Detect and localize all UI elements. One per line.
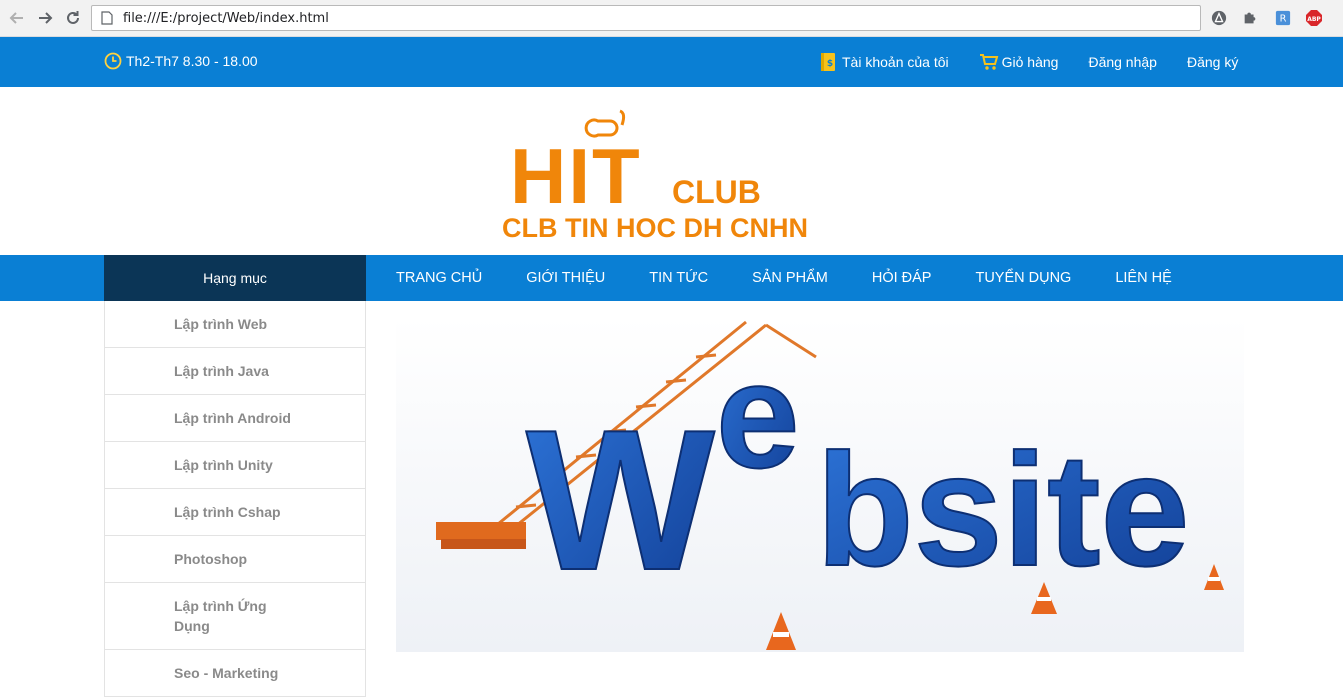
cart-icon	[979, 54, 998, 70]
opening-hours: Th2-Th7 8.30 - 18.00	[104, 52, 258, 70]
logo-tagline: CLB TIN HOC DH CNHN	[502, 213, 808, 240]
sidebar-item-label: Photoshop	[174, 551, 248, 567]
account-links: $ Tài khoản của tôi Giỏ hàng Đăng nhập Đ…	[819, 52, 1238, 72]
logo-club: CLUB	[672, 174, 761, 210]
puzzle-icon	[1244, 12, 1256, 24]
page-icon	[101, 11, 113, 25]
sidebar-item-label: Lập trình Unity	[174, 457, 273, 473]
sidebar-item-label: Lập trình Java	[174, 363, 269, 379]
top-bar: Th2-Th7 8.30 - 18.00 $ Tài khoản của tôi…	[0, 37, 1343, 87]
cart-label: Giỏ hàng	[1001, 54, 1059, 70]
reload-button[interactable]	[62, 7, 84, 29]
url-text: file:///E:/project/Web/index.html	[123, 10, 329, 26]
sidebar-item-label: Seo - Marketing	[174, 665, 279, 681]
extension-button-1[interactable]	[1210, 9, 1228, 27]
sidebar-item-unity[interactable]: Lập trình Unity	[105, 442, 365, 489]
register-label: Đăng ký	[1186, 54, 1239, 70]
r-square-icon: R	[1275, 10, 1291, 26]
triangle-circle-icon	[1211, 10, 1227, 26]
account-book-icon: $	[821, 53, 835, 71]
back-button[interactable]	[6, 7, 28, 29]
login-link[interactable]: Đăng nhập	[1088, 54, 1157, 70]
svg-text:R: R	[1280, 14, 1287, 25]
banner-text-e: e	[716, 331, 799, 499]
register-link[interactable]: Đăng ký	[1187, 54, 1238, 70]
nav-home[interactable]: TRANG CHỦ	[396, 270, 482, 286]
arrow-right-icon	[39, 12, 53, 24]
nav-recruitment[interactable]: TUYỂN DỤNG	[975, 270, 1071, 286]
hours-text: Th2-Th7 8.30 - 18.00	[126, 53, 258, 69]
sidebar-item-web[interactable]: Lập trình Web	[105, 301, 365, 348]
arrow-left-icon	[9, 12, 23, 24]
extension-button-2[interactable]: R	[1274, 9, 1292, 27]
svg-text:ABP: ABP	[1307, 16, 1321, 23]
category-heading[interactable]: Hạng mục	[104, 255, 366, 301]
sidebar-item-csharp[interactable]: Lập trình Cshap	[105, 489, 365, 536]
category-heading-label: Hạng mục	[203, 270, 267, 286]
nav-products[interactable]: SẢN PHẨM	[752, 270, 828, 286]
header-logo-area: HIT CLUB CLB TIN HOC DH CNHN	[0, 87, 1343, 255]
my-account-label: Tài khoản của tôi	[842, 54, 949, 70]
cart-link[interactable]: Giỏ hàng	[979, 53, 1059, 71]
banner-text-w: W	[526, 389, 715, 612]
svg-text:$: $	[827, 59, 833, 69]
login-label: Đăng nhập	[1088, 54, 1157, 70]
hero-banner[interactable]: W e bsite	[396, 317, 1244, 652]
main-navigation: Hạng mục TRANG CHỦ GIỚI THIỆU TIN TỨC SẢ…	[0, 255, 1343, 301]
nav-news[interactable]: TIN TỨC	[649, 270, 708, 286]
sidebar-item-photoshop[interactable]: Photoshop	[105, 536, 365, 583]
extensions-button[interactable]	[1241, 9, 1259, 27]
sidebar-item-label: Lập trình Ứng Dụng	[174, 598, 267, 634]
category-sidebar: Lập trình Web Lập trình Java Lập trình A…	[104, 301, 366, 697]
nav-faq[interactable]: HỎI ĐÁP	[872, 270, 932, 286]
sidebar-item-apps[interactable]: Lập trình Ứng Dụng	[105, 583, 365, 650]
my-account-link[interactable]: $ Tài khoản của tôi	[819, 52, 949, 72]
adblock-button[interactable]: ABP	[1305, 9, 1323, 27]
clock-icon	[104, 52, 122, 70]
sidebar-item-java[interactable]: Lập trình Java	[105, 348, 365, 395]
menu-bar: TRANG CHỦ GIỚI THIỆU TIN TỨC SẢN PHẨM HỎ…	[396, 255, 1216, 301]
logo-brand: HIT	[510, 132, 642, 220]
reload-icon	[67, 11, 79, 24]
banner-text-bsite: bsite	[816, 420, 1189, 599]
sidebar-item-label: Lập trình Android	[174, 410, 291, 426]
abp-icon: ABP	[1306, 10, 1322, 26]
sidebar-item-android[interactable]: Lập trình Android	[105, 395, 365, 442]
browser-toolbar: file:///E:/project/Web/index.html R ABP	[0, 0, 1343, 37]
website-banner-image: W e bsite	[396, 317, 1244, 652]
address-bar[interactable]: file:///E:/project/Web/index.html	[91, 5, 1201, 31]
sidebar-item-seo[interactable]: Seo - Marketing	[105, 650, 365, 697]
nav-contact[interactable]: LIÊN HỆ	[1115, 270, 1171, 286]
sidebar-item-label: Lập trình Cshap	[174, 504, 281, 520]
sidebar-item-label: Lập trình Web	[174, 316, 268, 332]
forward-button[interactable]	[34, 7, 56, 29]
hit-club-logo[interactable]: HIT CLUB CLB TIN HOC DH CNHN	[500, 105, 830, 240]
nav-about[interactable]: GIỚI THIỆU	[526, 270, 605, 286]
